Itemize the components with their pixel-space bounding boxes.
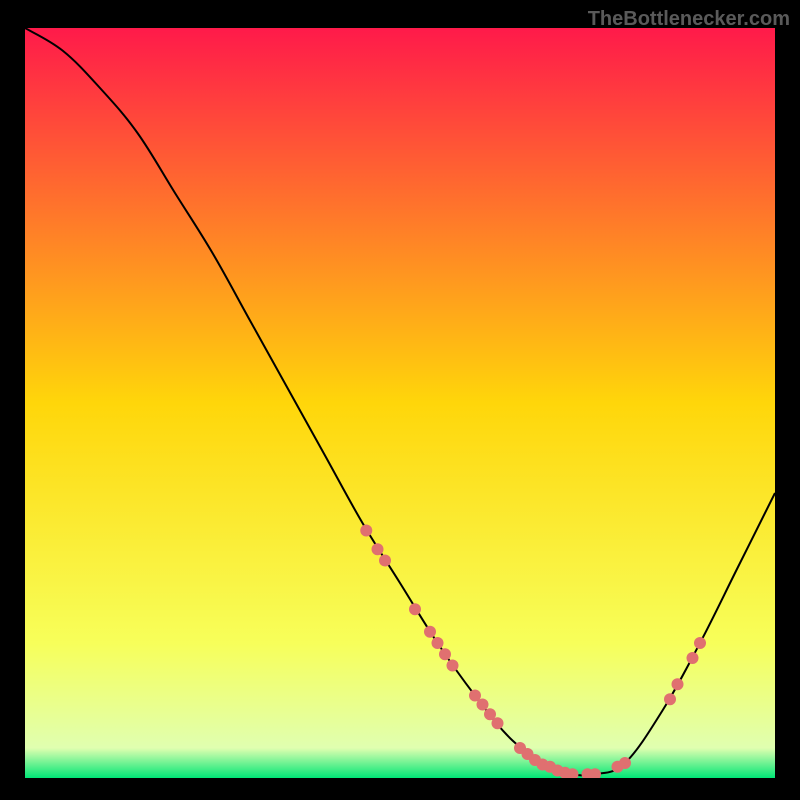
chart-container: TheBottlenecker.com [0, 0, 800, 800]
data-dot [694, 637, 706, 649]
data-dot [379, 555, 391, 567]
data-dot [360, 525, 372, 537]
data-dot [687, 652, 699, 664]
data-dot [447, 660, 459, 672]
data-dot [439, 648, 451, 660]
data-dot [664, 693, 676, 705]
watermark-text: TheBottlenecker.com [588, 8, 790, 31]
data-dot [432, 637, 444, 649]
data-dot [424, 626, 436, 638]
data-dot [409, 603, 421, 615]
data-dot [492, 717, 504, 729]
data-dot [372, 543, 384, 555]
data-dot [477, 699, 489, 711]
data-dot [672, 678, 684, 690]
chart-svg [25, 28, 775, 778]
plot-area [25, 28, 775, 778]
chart-background [25, 28, 775, 778]
data-dot [619, 757, 631, 769]
